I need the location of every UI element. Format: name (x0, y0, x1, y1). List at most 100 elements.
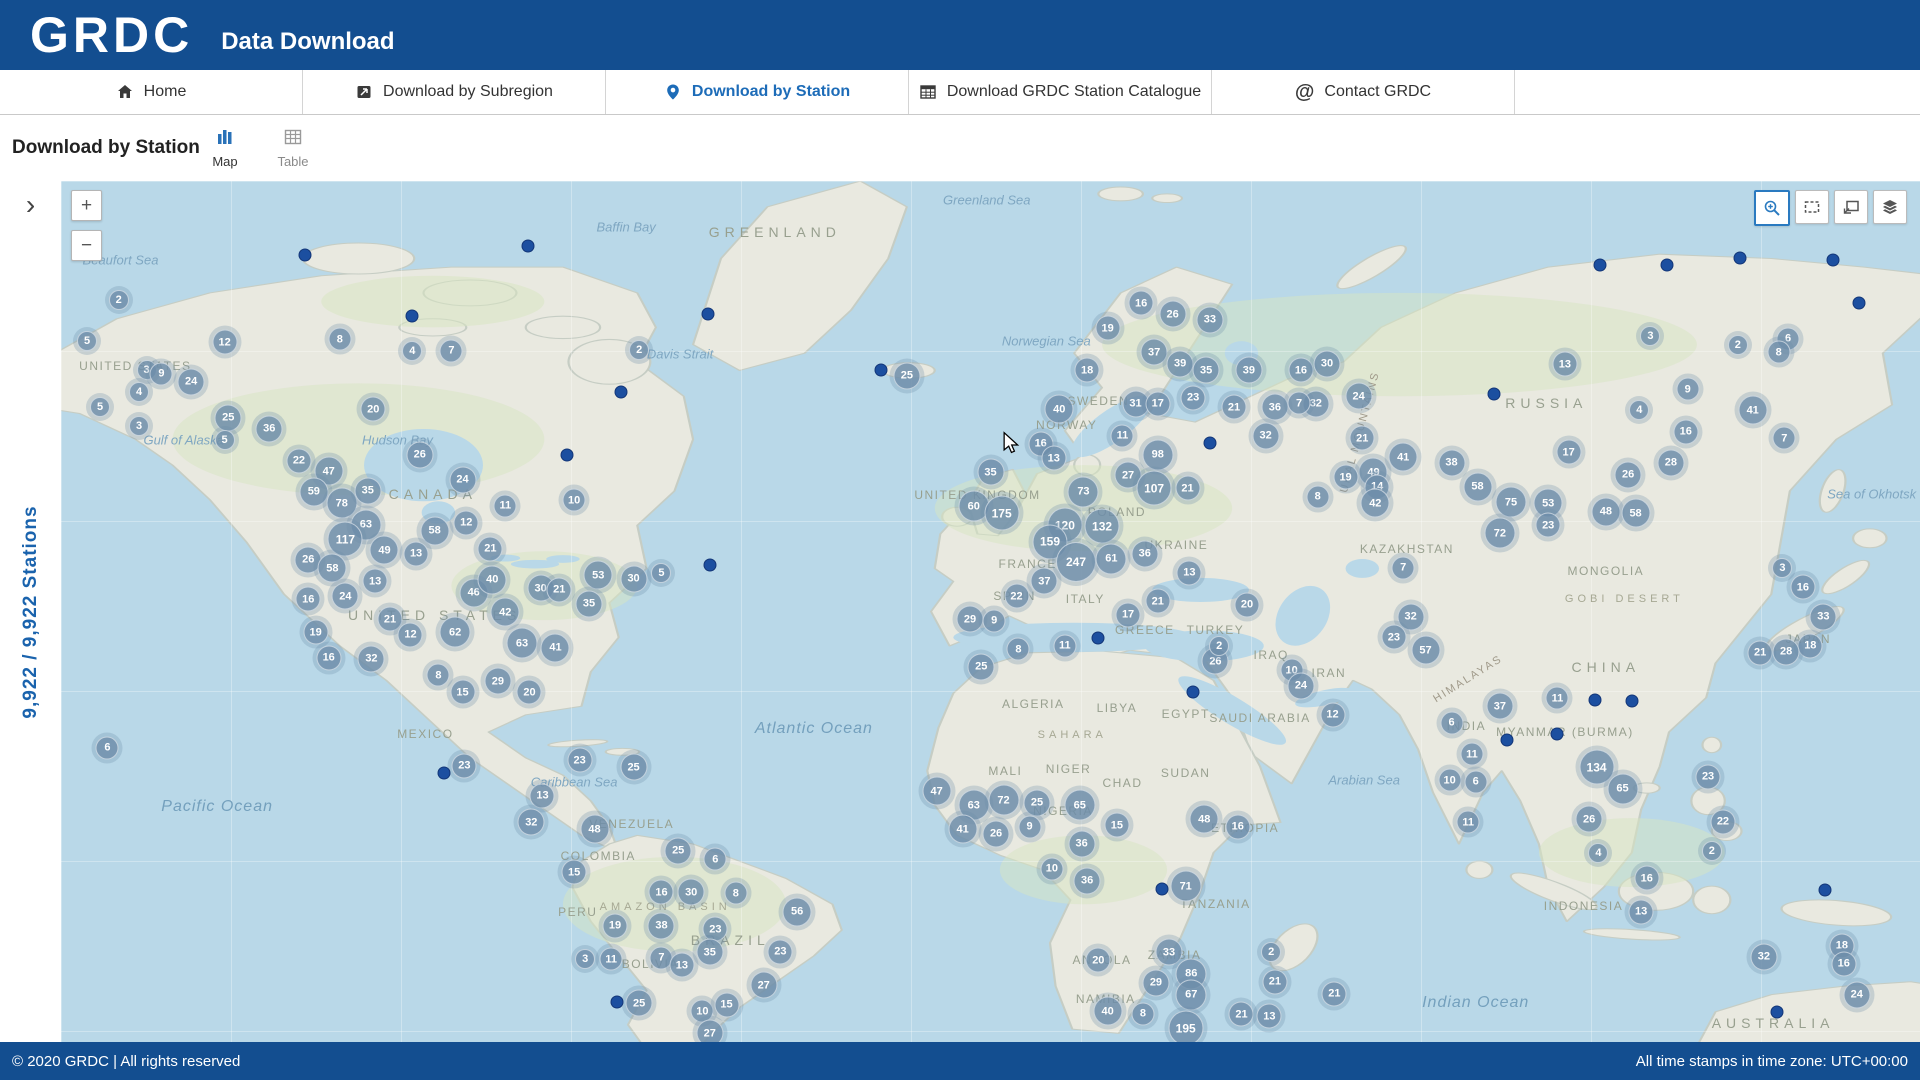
cluster-marker[interactable]: 32 (518, 809, 545, 836)
station-marker[interactable] (560, 448, 573, 461)
station-marker[interactable] (1661, 259, 1674, 272)
cluster-marker[interactable]: 20 (1235, 592, 1260, 617)
cluster-marker[interactable]: 6 (1440, 711, 1463, 734)
station-marker[interactable] (1203, 436, 1216, 449)
cluster-marker[interactable]: 26 (1159, 301, 1186, 328)
cluster-marker[interactable]: 3 (1640, 326, 1660, 346)
station-marker[interactable] (1187, 686, 1200, 699)
cluster-marker[interactable]: 98 (1142, 439, 1173, 470)
expand-panel-button[interactable]: › (26, 191, 35, 219)
cluster-marker[interactable]: 32 (1750, 943, 1777, 970)
cluster-marker[interactable]: 29 (484, 668, 511, 695)
station-marker[interactable] (1625, 695, 1638, 708)
cluster-marker[interactable]: 24 (1843, 981, 1870, 1008)
cluster-marker[interactable]: 72 (1484, 518, 1515, 549)
cluster-marker[interactable]: 13 (363, 569, 388, 594)
cluster-marker[interactable]: 78 (326, 488, 357, 519)
map-view-button[interactable]: Map (202, 127, 248, 169)
cluster-marker[interactable]: 65 (1064, 790, 1095, 821)
zoom-in-button[interactable]: + (71, 190, 102, 221)
cluster-marker[interactable]: 41 (1389, 443, 1418, 472)
station-marker[interactable] (1501, 733, 1514, 746)
cluster-marker[interactable]: 29 (1142, 969, 1169, 996)
world-map[interactable]: Beaufort SeaGulf of AlaskaUNITED STATESH… (61, 181, 1920, 1042)
cluster-marker[interactable]: 7 (1773, 427, 1796, 450)
zoom-out-button[interactable]: − (71, 230, 102, 261)
cluster-marker[interactable]: 33 (1810, 603, 1837, 630)
cluster-marker[interactable]: 24 (332, 583, 359, 610)
cluster-marker[interactable]: 8 (1767, 341, 1790, 364)
cluster-marker[interactable]: 24 (449, 466, 476, 493)
cluster-marker[interactable]: 11 (1546, 687, 1569, 710)
cluster-marker[interactable]: 37 (1141, 339, 1168, 366)
cluster-marker[interactable]: 16 (1831, 951, 1856, 976)
cluster-marker[interactable]: 2 (109, 290, 129, 310)
station-marker[interactable] (1155, 882, 1168, 895)
cluster-marker[interactable]: 41 (1738, 396, 1767, 425)
cluster-marker[interactable]: 41 (948, 815, 977, 844)
cluster-marker[interactable]: 38 (1438, 449, 1465, 476)
cluster-marker[interactable]: 24 (1345, 383, 1372, 410)
cluster-marker[interactable]: 36 (1131, 540, 1158, 567)
cluster-marker[interactable]: 19 (1333, 465, 1358, 490)
cluster-marker[interactable]: 71 (1170, 871, 1201, 902)
cluster-marker[interactable]: 12 (398, 622, 423, 647)
cluster-marker[interactable]: 16 (1790, 575, 1815, 600)
cluster-marker[interactable]: 16 (296, 587, 321, 612)
cluster-marker[interactable]: 12 (454, 510, 479, 535)
cluster-marker[interactable]: 2 (1728, 335, 1748, 355)
cluster-marker[interactable]: 61 (1096, 543, 1127, 574)
cluster-marker[interactable]: 9 (1676, 378, 1699, 401)
cluster-marker[interactable]: 22 (286, 448, 311, 473)
cluster-marker[interactable]: 7 (1288, 392, 1311, 415)
cluster-marker[interactable]: 23 (567, 748, 592, 773)
cluster-marker[interactable]: 36 (1074, 867, 1101, 894)
cluster-marker[interactable]: 12 (1320, 702, 1345, 727)
cluster-marker[interactable]: 75 (1496, 487, 1527, 518)
cluster-marker[interactable]: 23 (1381, 625, 1406, 650)
cluster-marker[interactable]: 35 (696, 939, 723, 966)
cluster-marker[interactable]: 58 (1621, 499, 1650, 528)
tab-download-grdc-station-catalogue[interactable]: Download GRDC Station Catalogue (909, 70, 1212, 114)
cluster-marker[interactable]: 9 (150, 362, 173, 385)
cluster-marker[interactable]: 53 (584, 561, 613, 590)
cluster-marker[interactable]: 36 (256, 415, 283, 442)
cluster-marker[interactable]: 21 (1229, 1002, 1254, 1027)
cluster-marker[interactable]: 17 (1116, 602, 1141, 627)
station-marker[interactable] (1092, 632, 1105, 645)
extent-tool[interactable] (1795, 190, 1829, 224)
cluster-marker[interactable]: 11 (1111, 424, 1134, 447)
cluster-marker[interactable]: 23 (1696, 764, 1721, 789)
cluster-marker[interactable]: 7 (1392, 556, 1415, 579)
cluster-marker[interactable]: 63 (507, 628, 538, 659)
cluster-marker[interactable]: 67 (1176, 979, 1207, 1010)
zoom-box-tool[interactable] (1754, 190, 1790, 226)
station-marker[interactable] (1826, 254, 1839, 267)
cluster-marker[interactable]: 23 (1181, 385, 1206, 410)
cluster-marker[interactable]: 25 (1023, 789, 1050, 816)
tab-home[interactable]: Home (0, 70, 303, 114)
cluster-marker[interactable]: 20 (517, 680, 542, 705)
cluster-marker[interactable]: 10 (563, 489, 586, 512)
cluster-marker[interactable]: 25 (665, 837, 692, 864)
station-marker[interactable] (1770, 1005, 1783, 1018)
cluster-marker[interactable]: 247 (1056, 542, 1096, 582)
cluster-marker[interactable]: 13 (1041, 446, 1066, 471)
cluster-marker[interactable]: 12 (212, 330, 237, 355)
station-marker[interactable] (1594, 259, 1607, 272)
cluster-marker[interactable]: 19 (303, 620, 328, 645)
cluster-marker[interactable]: 22 (1004, 584, 1029, 609)
cluster-marker[interactable]: 13 (1257, 1004, 1282, 1029)
cluster-marker[interactable]: 23 (703, 917, 728, 942)
station-marker[interactable] (298, 249, 311, 262)
cluster-marker[interactable]: 62 (440, 617, 471, 648)
cluster-marker[interactable]: 40 (1093, 997, 1122, 1026)
cluster-marker[interactable]: 23 (452, 753, 477, 778)
cluster-marker[interactable]: 37 (1486, 693, 1513, 720)
cluster-marker[interactable]: 15 (1104, 813, 1129, 838)
cluster-marker[interactable]: 39 (1235, 357, 1262, 384)
cluster-marker[interactable]: 19 (1095, 316, 1120, 341)
cluster-marker[interactable]: 25 (620, 754, 647, 781)
cluster-marker[interactable]: 13 (530, 783, 555, 808)
cluster-marker[interactable]: 26 (1576, 806, 1603, 833)
